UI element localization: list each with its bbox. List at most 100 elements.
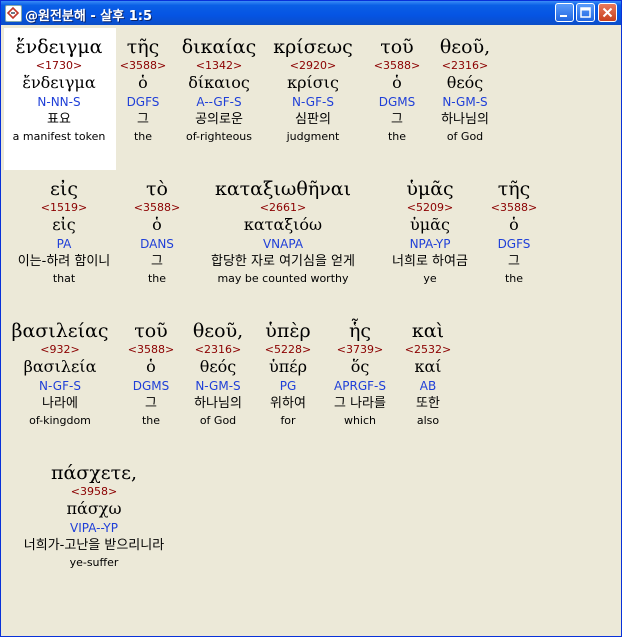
- word-block[interactable]: πάσχετε, <3958> πάσχω VIPA--YP 너희가-고난을 받…: [4, 462, 184, 570]
- word-block[interactable]: θεοῦ, <2316> θεός N-GM-S 하나님의 of God: [427, 36, 503, 144]
- lemma: θεός: [446, 73, 484, 92]
- english-gloss: judgment: [286, 130, 340, 143]
- strong-number: <2920>: [289, 59, 337, 72]
- lemma: ὁ: [392, 73, 402, 92]
- strong-number: <5228>: [264, 343, 312, 356]
- greek-word: δικαίας: [181, 36, 257, 58]
- close-button[interactable]: [598, 3, 617, 22]
- greek-word: τῆς: [126, 36, 160, 58]
- strong-number: <3588>: [490, 201, 538, 214]
- greek-word: βασιλείας: [11, 320, 109, 342]
- lemma: κρίσις: [287, 73, 339, 92]
- lemma: ὁ: [138, 73, 148, 92]
- korean-gloss: 위하여: [270, 396, 306, 411]
- greek-word: κρίσεως: [273, 36, 353, 58]
- word-block[interactable]: θεοῦ, <2316> θεός N-GM-S 하나님의 of God: [180, 320, 256, 428]
- english-gloss: ye: [423, 272, 437, 285]
- parsing-code: VIPA--YP: [70, 521, 118, 535]
- english-gloss: the: [141, 414, 161, 427]
- word-block[interactable]: τῆς <3588> ὁ DGFS 그 the: [115, 36, 171, 144]
- lemma: εἰς: [52, 215, 76, 234]
- greek-word: ἧς: [348, 320, 372, 342]
- lemma: ὑμᾶς: [410, 215, 450, 234]
- parsing-code: N-NN-S: [37, 95, 81, 109]
- parsing-code: VNAPA: [262, 237, 304, 251]
- korean-gloss: 그 나라를: [334, 396, 386, 411]
- greek-word: εἰς: [50, 178, 78, 200]
- word-block[interactable]: τοῦ <3588> ὁ DGMS 그 the: [123, 320, 179, 428]
- word-block[interactable]: βασιλείας <932> βασιλεία N-GF-S 나라에 of-k…: [4, 320, 116, 428]
- maximize-button[interactable]: [576, 3, 595, 22]
- lemma: καί: [414, 357, 442, 376]
- korean-gloss: 이는-하려 함이니: [17, 254, 111, 269]
- strong-number: <3588>: [133, 201, 181, 214]
- parsing-code: NPA-YP: [409, 237, 451, 251]
- korean-gloss: 하나님의: [441, 112, 489, 127]
- korean-gloss: 나라에: [42, 396, 78, 411]
- greek-word: τῆς: [497, 178, 531, 200]
- korean-gloss: 그: [137, 112, 149, 127]
- parsing-code: APRGF-S: [334, 379, 386, 393]
- lemma: καταξιόω: [243, 215, 323, 234]
- word-block[interactable]: ἔνδειγμα <1730> ἔνδειγμα N-NN-S 표요 a man…: [6, 36, 112, 144]
- word-block[interactable]: καταξιωθῆναι <2661> καταξιόω VNAPA 합당한 자…: [190, 178, 376, 286]
- strong-number: <1730>: [35, 59, 83, 72]
- parsing-code: PA: [56, 237, 72, 251]
- word-block[interactable]: τῆς <3588> ὁ DGFS 그 the: [486, 178, 542, 286]
- strong-number: <1519>: [40, 201, 88, 214]
- word-block[interactable]: εἰς <1519> εἰς PA 이는-하려 함이니 that: [4, 178, 124, 286]
- greek-word: καὶ: [411, 320, 445, 342]
- english-gloss: which: [343, 414, 377, 427]
- korean-gloss: 또한: [416, 396, 440, 411]
- greek-word: πάσχετε,: [50, 462, 138, 484]
- greek-word: ὑπὲρ: [265, 320, 311, 342]
- greek-word: καταξιωθῆναι: [214, 178, 352, 200]
- lemma: πάσχω: [66, 499, 122, 518]
- strong-number: <3588>: [127, 343, 175, 356]
- word-block[interactable]: ὑμᾶς <5209> ὑμᾶς NPA-YP 너희로 하여금 ye: [382, 178, 478, 286]
- parsing-code: N-GM-S: [442, 95, 488, 109]
- word-block[interactable]: ὑπὲρ <5228> ὑπέρ PG 위하여 for: [258, 320, 318, 428]
- english-gloss: may be counted worthy: [217, 272, 349, 285]
- english-gloss: the: [504, 272, 524, 285]
- word-block[interactable]: καὶ <2532> καί AB 또한 also: [402, 320, 454, 428]
- korean-gloss: 너희로 하여금: [392, 254, 468, 269]
- lemma: ὅς: [350, 357, 370, 376]
- lemma: θεός: [199, 357, 237, 376]
- strong-number: <2316>: [441, 59, 489, 72]
- word-block[interactable]: τοῦ <3588> ὁ DGMS 그 the: [367, 36, 427, 144]
- english-gloss: of God: [446, 130, 484, 143]
- word-block[interactable]: δικαίας <1342> δίκαιος A--GF-S 공의로운 of-r…: [173, 36, 265, 144]
- strong-number: <5209>: [406, 201, 454, 214]
- strong-number: <3588>: [373, 59, 421, 72]
- english-gloss: ye-suffer: [69, 556, 119, 569]
- korean-gloss: 그: [508, 254, 520, 269]
- word-block[interactable]: κρίσεως <2920> κρίσις N-GF-S 심판의 judgmen…: [267, 36, 359, 144]
- parsing-code: PG: [279, 379, 297, 393]
- parsing-code: DGFS: [497, 237, 531, 251]
- title-bar[interactable]: @원전분해 - 살후 1:5: [1, 1, 621, 25]
- app-icon[interactable]: [5, 5, 22, 22]
- korean-gloss: 그: [391, 112, 403, 127]
- korean-gloss: 그: [151, 254, 163, 269]
- word-block[interactable]: τὸ <3588> ὁ DANS 그 the: [129, 178, 185, 286]
- korean-gloss: 하나님의: [194, 396, 242, 411]
- parsing-code: AB: [419, 379, 437, 393]
- korean-gloss: 심판의: [295, 112, 331, 127]
- korean-gloss: 그: [145, 396, 157, 411]
- lemma: ὁ: [146, 357, 156, 376]
- window-title: @원전분해 - 살후 1:5: [25, 9, 153, 24]
- word-block[interactable]: ἧς <3739> ὅς APRGF-S 그 나라를 which: [324, 320, 396, 428]
- english-gloss: also: [416, 414, 440, 427]
- parsing-code: DGFS: [126, 95, 160, 109]
- app-window: @원전분해 - 살후 1:5 ἔνδειγμα <1730> ἔνδειγμα …: [0, 0, 622, 637]
- strong-number: <3958>: [70, 485, 118, 498]
- english-gloss: of-kingdom: [29, 414, 91, 427]
- lemma: ὁ: [152, 215, 162, 234]
- minimize-button[interactable]: [555, 3, 574, 22]
- lemma: δίκαιος: [188, 73, 250, 92]
- greek-word: ὑμᾶς: [406, 178, 454, 200]
- lemma: ὁ: [509, 215, 519, 234]
- korean-gloss: 너희가-고난을 받으리니라: [23, 538, 165, 553]
- english-gloss: the: [133, 130, 153, 143]
